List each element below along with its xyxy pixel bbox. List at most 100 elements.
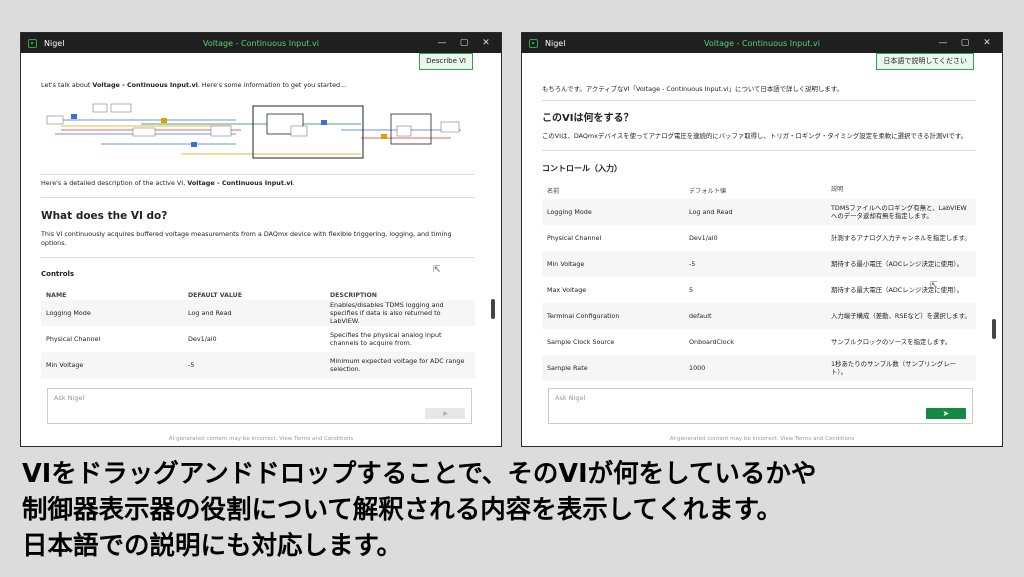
control-name: Physical Channel <box>547 234 602 242</box>
controls-heading: コントロール（入力） <box>542 164 622 173</box>
divider <box>542 100 976 101</box>
send-button[interactable]: ➤ <box>425 408 465 419</box>
minimize-icon[interactable]: — <box>431 38 453 48</box>
column-header: DESCRIPTION <box>330 292 377 299</box>
control-name: Min Voltage <box>547 260 585 268</box>
scroll-thumb[interactable] <box>992 319 996 339</box>
maximize-icon[interactable]: ▢ <box>954 38 976 48</box>
table-header: 名前 デフォルト値 説明 <box>542 186 976 195</box>
table-row: Max Voltage 5 期待する最大電圧（ADCレンジ決定に使用）。 <box>542 277 976 303</box>
control-name: Logging Mode <box>46 309 91 317</box>
control-default: 1000 <box>689 364 706 372</box>
close-icon[interactable]: ✕ <box>475 38 497 48</box>
section-heading: このVIは何をする？ <box>542 113 634 124</box>
caption-line-1: VIをドラッグアンドドロップすることで、そのVIが何をしているかや <box>22 459 817 489</box>
app-name: Nigel <box>545 38 566 48</box>
intro-text: もちろんです。アクティブなVI「Voltage - Continuous Inp… <box>542 85 843 93</box>
control-description: Minimum expected voltage for ADC range s… <box>330 357 465 373</box>
control-description: 期待する最大電圧（ADCレンジ決定に使用）。 <box>831 286 963 294</box>
caption-text: VIをドラッグアンドドロップすることで、そのVIが何をしているかや 制御器表示器… <box>22 456 1012 564</box>
ask-placeholder: Ask Nigel <box>54 394 85 402</box>
table-row: Logging Mode Log and Read TDMSファイルへのロギング… <box>542 199 976 225</box>
column-header: DEFAULT VALUE <box>188 292 242 299</box>
intro-text: Let's talk about Voltage - Continuous In… <box>41 81 347 89</box>
divider <box>542 150 976 151</box>
table-row: Physical Channel Dev1/ai0 計測するアナログ入力チャンネ… <box>542 225 976 251</box>
control-name: Min Voltage <box>46 361 84 369</box>
ask-input[interactable]: Ask Nigel ➤ <box>548 388 973 424</box>
nigel-window-japanese: Nigel Voltage - Continuous Input.vi — ▢ … <box>521 32 1003 447</box>
vi-summary: このVIは、DAQmxデバイスを使ってアナログ電圧を連続的にバッファ取得し、トリ… <box>542 132 968 140</box>
control-name: Terminal Configuration <box>547 312 620 320</box>
chat-content: Let's talk about Voltage - Continuous In… <box>41 73 475 386</box>
nigel-logo-icon <box>28 38 37 48</box>
control-default: Dev1/ai0 <box>689 234 718 242</box>
scrollbar[interactable] <box>491 73 495 386</box>
describe-vi-button[interactable]: Describe VI <box>419 53 473 70</box>
chat-content: もちろんです。アクティブなVI「Voltage - Continuous Inp… <box>542 73 976 386</box>
table-row: Physical Channel Dev1/ai0 Specifies the … <box>41 326 475 352</box>
column-header: 名前 <box>547 188 560 195</box>
block-diagram-image <box>41 100 475 168</box>
minimize-icon[interactable]: — <box>932 38 954 48</box>
caption-line-2: 制御器表示器の役割について解釈される内容を表示してくれます。 <box>22 495 783 525</box>
divider <box>41 197 475 198</box>
control-default: default <box>689 312 712 320</box>
scroll-thumb[interactable] <box>491 299 495 319</box>
ask-placeholder: Ask Nigel <box>555 394 586 402</box>
control-default: -5 <box>188 361 195 369</box>
table-row: Min Voltage -5 期待する最小電圧（ADCレンジ決定に使用）。 <box>542 251 976 277</box>
control-default: Dev1/ai0 <box>188 335 217 343</box>
control-description: Enables/disables TDMS logging and specif… <box>330 301 444 325</box>
table-row: Min Voltage -5 Minimum expected voltage … <box>41 352 475 378</box>
nigel-logo-icon <box>529 38 538 48</box>
section-heading: What does the VI do? <box>41 210 168 222</box>
control-name: Logging Mode <box>547 208 592 216</box>
control-name: Sample Rate <box>547 364 588 372</box>
control-description: 1秒あたりのサンプル数（サンプリングレート）。 <box>831 360 957 376</box>
app-brand: Nigel <box>522 38 652 48</box>
control-description: 入力端子構成（差動、RSEなど）を選択します。 <box>831 312 971 320</box>
table-row: Sample Clock Source OnboardClock サンプルクロッ… <box>542 329 976 355</box>
control-description: 計測するアナログ入力チャンネルを指定します。 <box>831 234 971 242</box>
column-header: 説明 <box>831 186 844 193</box>
control-default: Log and Read <box>689 208 733 216</box>
control-description: サンプルクロックのソースを指定します。 <box>831 338 952 346</box>
nigel-window-english: Nigel Voltage - Continuous Input.vi — ▢ … <box>20 32 502 447</box>
disclaimer-footer: AI-generated content may be incorrect. V… <box>168 436 354 442</box>
controls-heading: Controls <box>41 270 75 278</box>
control-name: Physical Channel <box>46 335 101 343</box>
control-default: OnboardClock <box>689 338 734 346</box>
close-icon[interactable]: ✕ <box>976 38 998 48</box>
ask-input[interactable]: Ask Nigel ➤ <box>47 388 472 424</box>
control-description: Specifies the physical analog input chan… <box>330 331 442 347</box>
vi-summary: This VI continuously acquires buffered v… <box>41 230 452 247</box>
titlebar[interactable]: Nigel Voltage - Continuous Input.vi — ▢ … <box>21 33 501 53</box>
control-name: Max Voltage <box>547 286 587 294</box>
block-diagram-svg <box>46 103 461 159</box>
app-brand: Nigel <box>21 38 151 48</box>
control-default: 5 <box>689 286 694 294</box>
app-name: Nigel <box>44 38 65 48</box>
caption-line-3: 日本語での説明にも対応します。 <box>22 531 402 561</box>
mouse-cursor-icon: ⇱ <box>433 265 441 275</box>
control-description: TDMSファイルへのロギング有無と、LabVIEWへのデータ返却有無を指定します… <box>831 204 967 220</box>
controls-table: Logging Mode Log and Read Enables/disabl… <box>41 300 475 378</box>
maximize-icon[interactable]: ▢ <box>453 38 475 48</box>
titlebar[interactable]: Nigel Voltage - Continuous Input.vi — ▢ … <box>522 33 1002 53</box>
control-default: -5 <box>689 260 696 268</box>
column-header: デフォルト値 <box>689 188 727 195</box>
control-default: Log and Read <box>188 309 232 317</box>
column-header: NAME <box>46 292 67 299</box>
disclaimer-footer: AI-generated content may be incorrect. V… <box>669 436 855 442</box>
divider <box>41 257 475 258</box>
controls-table: Logging Mode Log and Read TDMSファイルへのロギング… <box>542 199 976 381</box>
mouse-cursor-icon: ⇱ <box>930 281 938 291</box>
scrollbar[interactable] <box>992 73 996 386</box>
detail-intro-text: Here's a detailed description of the act… <box>41 174 475 188</box>
table-row: Logging Mode Log and Read Enables/disabl… <box>41 300 475 326</box>
table-row: Sample Rate 1000 1秒あたりのサンプル数（サンプリングレート）。 <box>542 355 976 381</box>
send-button[interactable]: ➤ <box>926 408 966 419</box>
user-message-bubble: 日本語で説明してください <box>876 53 974 70</box>
control-description: 期待する最小電圧（ADCレンジ決定に使用）。 <box>831 260 963 268</box>
